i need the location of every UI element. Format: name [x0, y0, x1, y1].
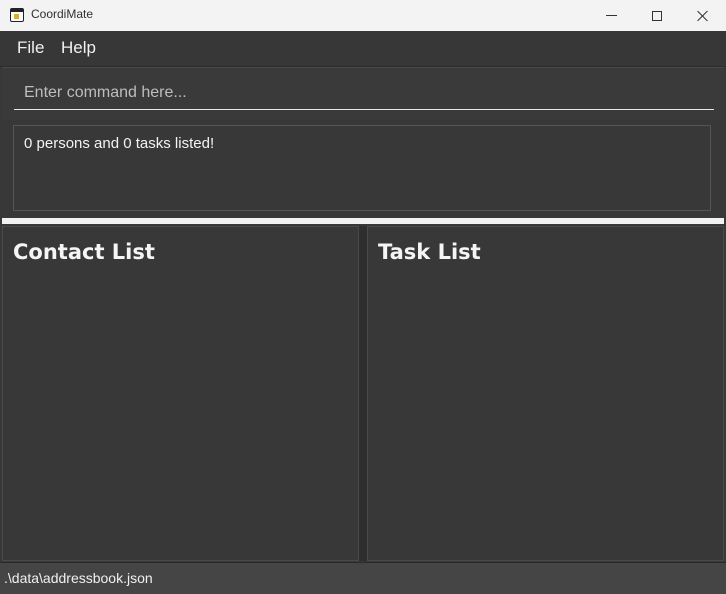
- calendar-icon: [10, 8, 24, 22]
- command-input[interactable]: [14, 76, 714, 110]
- contact-list-panel[interactable]: Contact List: [2, 226, 359, 561]
- menu-file[interactable]: File: [17, 38, 44, 58]
- panel-divider[interactable]: [2, 218, 724, 224]
- menu-bar: File Help: [0, 31, 726, 67]
- contact-list-title: Contact List: [13, 240, 155, 264]
- panel-splitter[interactable]: [359, 226, 367, 561]
- result-display[interactable]: 0 persons and 0 tasks listed!: [13, 125, 711, 211]
- task-list-panel[interactable]: Task List: [367, 226, 724, 561]
- menu-help[interactable]: Help: [61, 38, 96, 58]
- close-button[interactable]: [680, 0, 726, 31]
- task-list-title: Task List: [378, 240, 481, 264]
- app-window: CoordiMate File Help 0 persons and 0 tas…: [0, 0, 726, 594]
- minimize-button[interactable]: [588, 0, 634, 31]
- maximize-button[interactable]: [634, 0, 680, 31]
- maximize-icon: [652, 10, 662, 21]
- status-bar: .\data\addressbook.json: [0, 562, 726, 594]
- close-icon: [697, 10, 709, 22]
- command-box: [2, 67, 724, 120]
- window-title: CoordiMate: [31, 7, 94, 21]
- save-location: .\data\addressbook.json: [4, 570, 153, 586]
- result-message: 0 persons and 0 tasks listed!: [24, 135, 215, 152]
- title-bar[interactable]: CoordiMate: [0, 0, 726, 32]
- minimize-icon: [605, 15, 617, 16]
